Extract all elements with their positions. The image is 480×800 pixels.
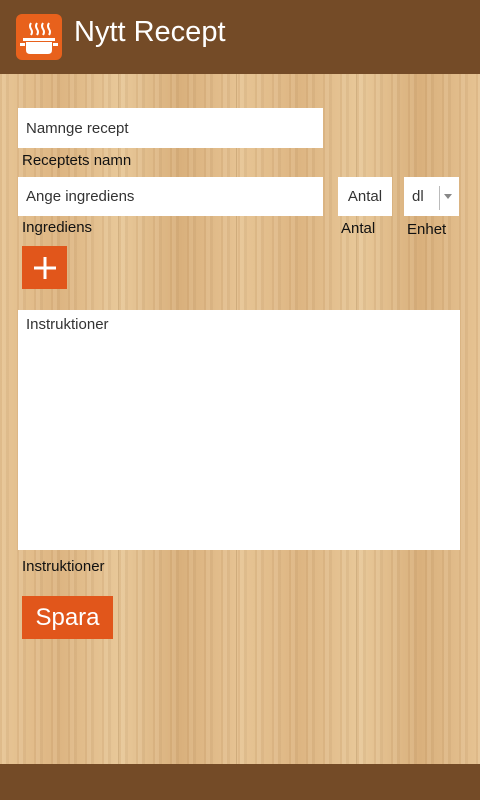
instructions-label: Instruktioner bbox=[22, 558, 105, 575]
amount-input[interactable]: Antal bbox=[338, 177, 392, 216]
plus-icon bbox=[33, 256, 56, 279]
save-button[interactable]: Spara bbox=[22, 596, 113, 639]
bottom-bar bbox=[0, 764, 480, 800]
dropdown-arrow-icon bbox=[444, 194, 452, 199]
app-logo[interactable] bbox=[16, 14, 62, 60]
amount-label: Antal bbox=[341, 220, 376, 237]
unit-label: Enhet bbox=[407, 221, 447, 238]
unit-select-divider bbox=[439, 186, 440, 210]
action-bar: Nytt Recept bbox=[0, 0, 480, 74]
unit-select-value: dl bbox=[412, 188, 424, 205]
recipe-name-input[interactable]: Namnge recept bbox=[18, 108, 323, 148]
pot-icon bbox=[20, 22, 58, 54]
recipe-name-label: Receptets namn bbox=[22, 152, 132, 169]
add-ingredient-button[interactable] bbox=[22, 246, 67, 289]
screen-title: Nytt Recept bbox=[74, 16, 226, 48]
ingredient-input[interactable]: Ange ingrediens bbox=[18, 177, 323, 216]
instructions-textarea[interactable]: Instruktioner bbox=[18, 310, 460, 550]
ingredient-label: Ingrediens bbox=[22, 219, 93, 236]
